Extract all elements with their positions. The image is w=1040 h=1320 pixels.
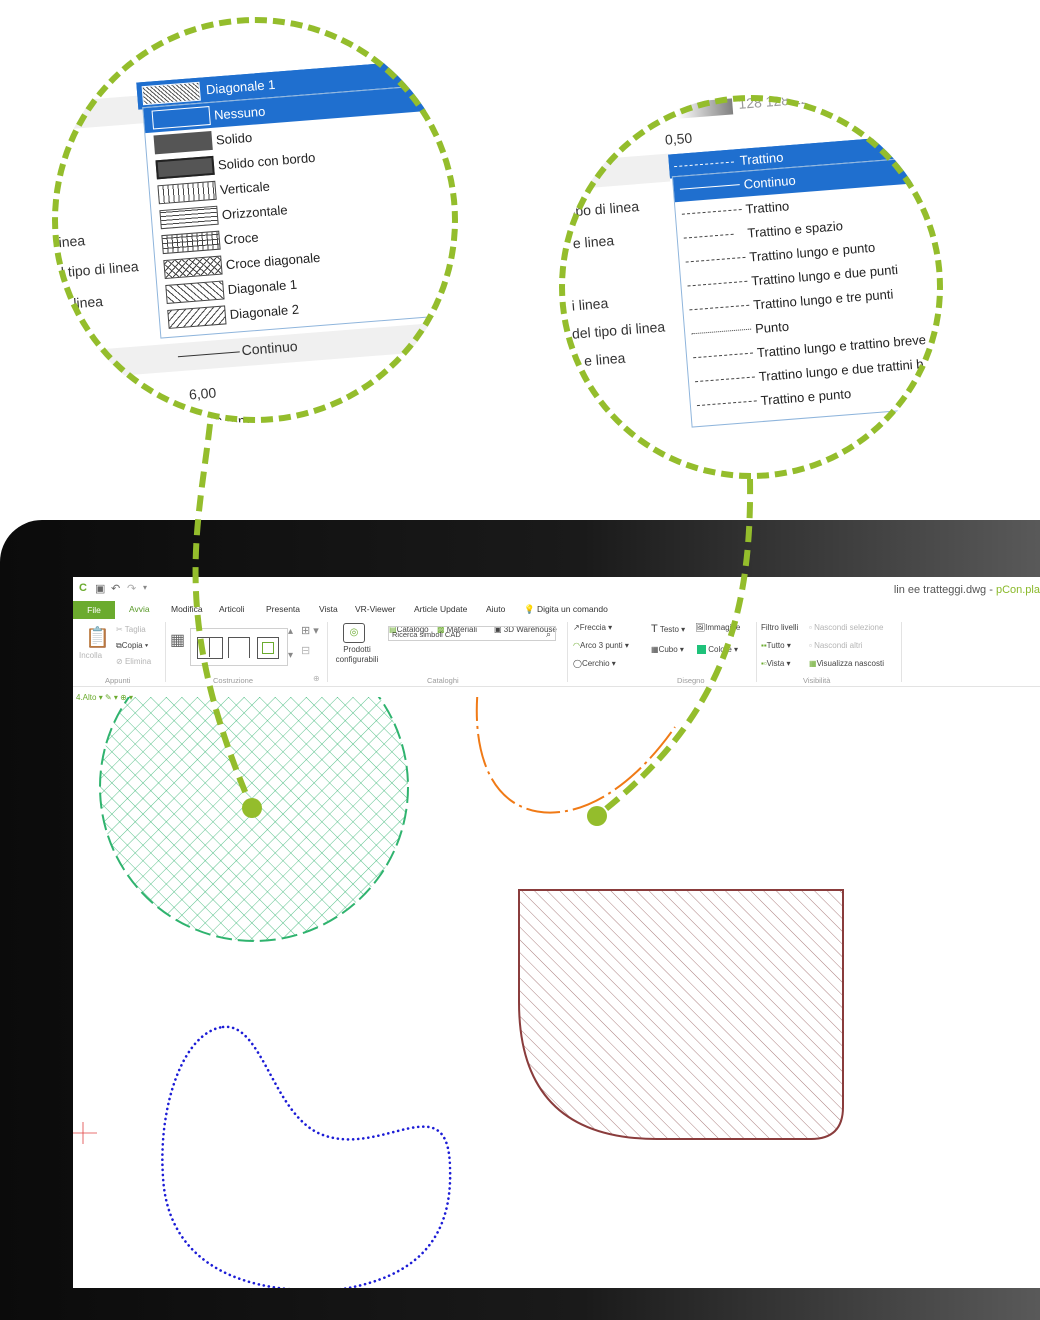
swatch-diagonal-icon xyxy=(141,81,201,106)
prop-label: inea xyxy=(57,232,86,251)
linetype-properties-panel: 128 128 12 0,50 tipo di linea e linea i … xyxy=(559,95,943,478)
width-value[interactable]: 0,50 xyxy=(664,130,692,148)
line-sample xyxy=(693,352,754,359)
swatch-cross-icon xyxy=(161,230,221,255)
combobox-value: Diagonale 1 xyxy=(205,76,276,98)
swatch-diagonal-2-icon xyxy=(167,305,227,329)
linetype-magnifier: 128 128 12 0,50 tipo di linea e linea i … xyxy=(559,95,943,479)
prop-label: i linea xyxy=(571,294,609,314)
hatch-type-magnifier: o inea l tipo di linea linea nea Continu… xyxy=(52,17,458,423)
hatch-properties-panel: o inea l tipo di linea linea nea Continu… xyxy=(52,20,458,423)
swatch-none-icon xyxy=(151,106,211,130)
prop-label: tipo di linea xyxy=(567,198,640,220)
line-sample xyxy=(687,280,748,287)
prop-label: e linea xyxy=(572,232,615,252)
left-connector-line xyxy=(192,423,255,810)
swatch-diagonal-cross-icon xyxy=(163,255,223,280)
prop-label: nea xyxy=(126,389,152,408)
prop-label: l tipo di linea xyxy=(60,258,140,281)
line-sample xyxy=(679,184,740,190)
line-sample xyxy=(695,376,755,383)
combobox-value: Trattino xyxy=(739,149,784,168)
right-connector-line xyxy=(595,477,754,819)
prop-label: del tipo di linea xyxy=(571,318,666,342)
prop-label: linea xyxy=(72,292,104,312)
line-sample xyxy=(681,209,742,215)
swatch-solid-icon xyxy=(153,130,213,155)
line-sample xyxy=(689,304,750,311)
color-swatch xyxy=(676,98,734,119)
value-field[interactable]: 6,00 xyxy=(188,384,216,402)
prop-label: e linea xyxy=(583,349,626,369)
swatch-vertical-icon xyxy=(157,180,217,205)
line-sample xyxy=(685,256,746,263)
swatch-diagonal-1-icon xyxy=(165,280,225,304)
linetype-dropdown[interactable]: Continuo Trattino Trattino e spazio Trat… xyxy=(671,152,943,428)
value-field[interactable]: 1.20 mm xyxy=(195,412,251,423)
color-value: 128 128 12 xyxy=(737,95,809,112)
right-anchor-dot xyxy=(587,806,607,826)
swatch-solid-border-icon xyxy=(155,155,215,180)
line-sample xyxy=(683,233,734,239)
line-sample xyxy=(696,400,757,407)
swatch-horizontal-icon xyxy=(159,205,219,230)
row-bg xyxy=(559,153,671,191)
prop-label: o xyxy=(54,137,64,155)
line-sample xyxy=(691,328,752,335)
dash-sample xyxy=(674,161,734,168)
left-anchor-dot xyxy=(242,798,262,818)
hatch-type-dropdown[interactable]: Nessuno Solido Solido con bordo Vertical… xyxy=(142,81,458,339)
